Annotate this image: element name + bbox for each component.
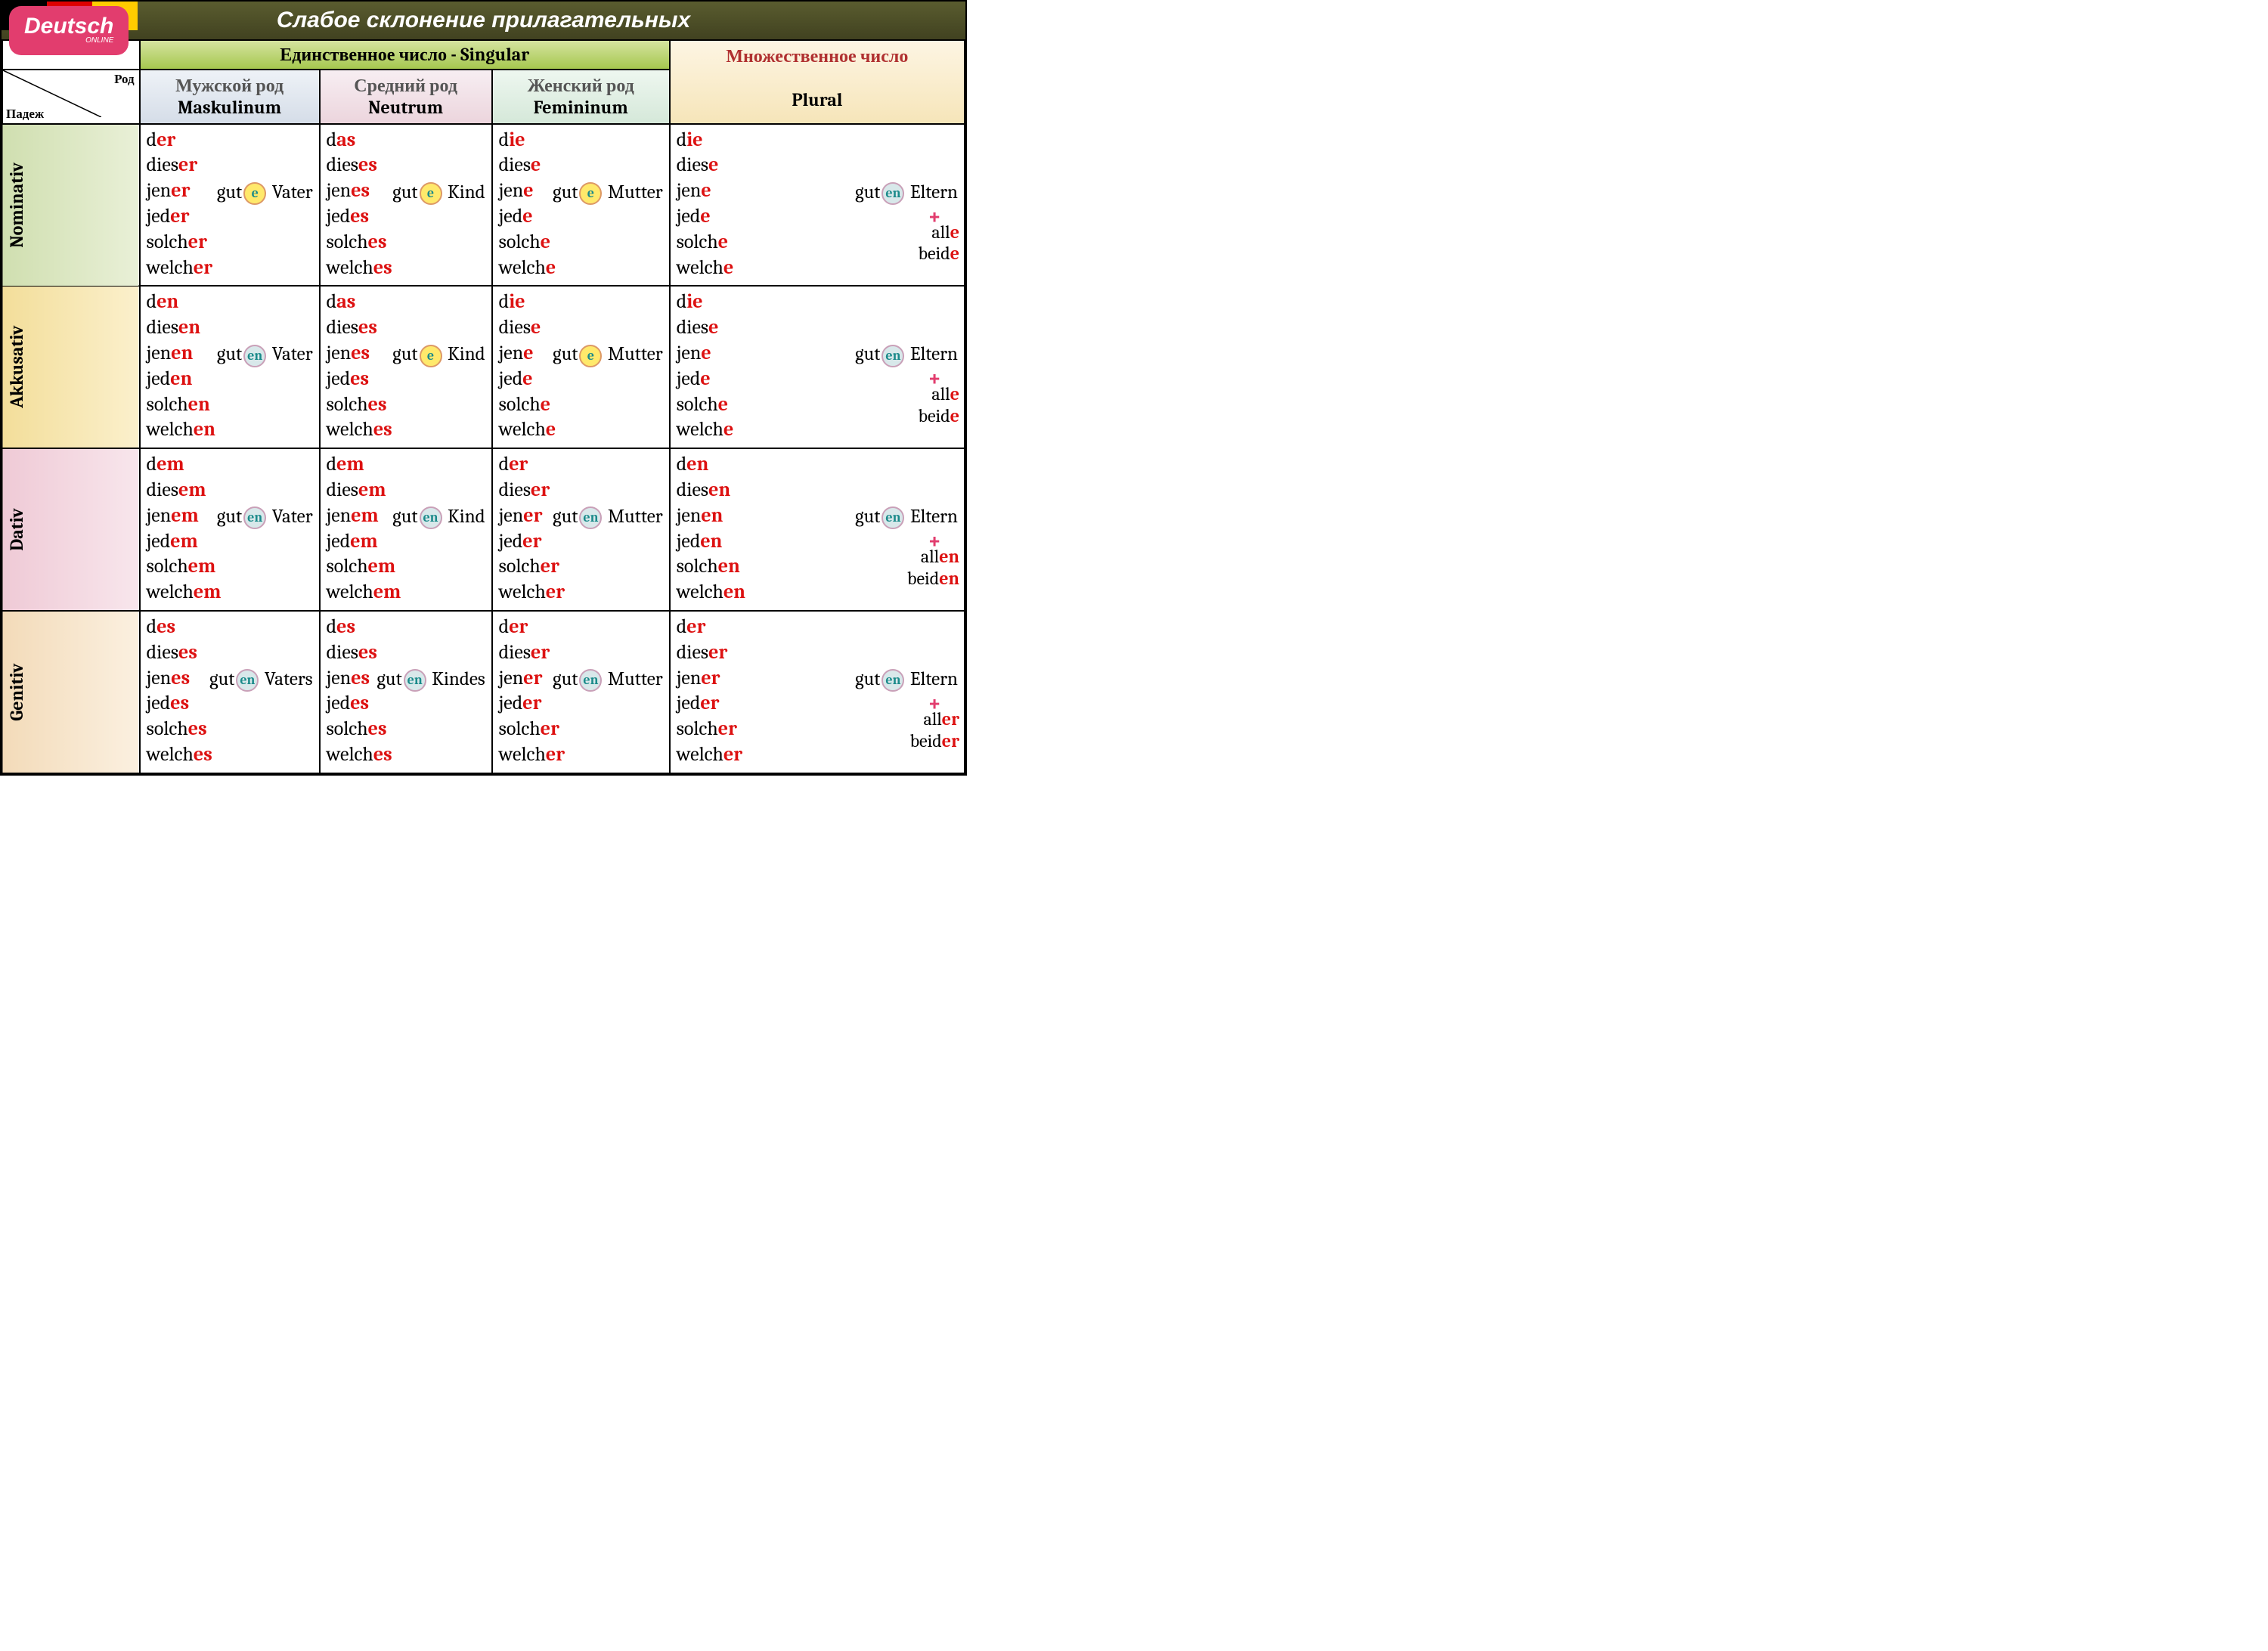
cell-dativ-n: demdiesemjenemjedemsolchemwelchemguten K… <box>320 448 492 611</box>
declension-table: © Anna Reiche Единственное число - Singu… <box>2 39 965 774</box>
cell-dativ-m: demdiesemjenemjedemsolchemwelchemguten V… <box>140 448 320 611</box>
col-header-femininum: Женский родFemininum <box>492 70 670 124</box>
header-singular: Единственное число - Singular <box>140 40 670 70</box>
cell-dativ-f: derdieserjenerjedersolcherwelcherguten M… <box>492 448 670 611</box>
title-bar: DeutschONLINE Слабое склонение прилагате… <box>2 2 965 39</box>
case-label-nominativ: Nominativ <box>2 124 140 287</box>
cell-nominativ-f: diediesejenejedesolchewelchegute Mutter <box>492 124 670 287</box>
page: DeutschONLINE Слабое склонение прилагате… <box>0 0 967 776</box>
cell-akkusativ-p: diediesejenejedesolchewelcheguten Eltern… <box>670 286 965 448</box>
cell-dativ-p: dendiesenjenenjedensolchenwelchenguten E… <box>670 448 965 611</box>
cell-akkusativ-f: diediesejenejedesolchewelchegute Mutter <box>492 286 670 448</box>
header-plural: Множественное число Plural <box>670 40 965 124</box>
cell-genitiv-f: derdieserjenerjedersolcherwelcherguten M… <box>492 611 670 773</box>
cell-genitiv-m: desdiesesjenesjedessolcheswelchesguten V… <box>140 611 320 773</box>
cell-genitiv-p: derdieserjenerjedersolcherwelcherguten E… <box>670 611 965 773</box>
cell-akkusativ-n: dasdiesesjenesjedessolcheswelchesgute Ki… <box>320 286 492 448</box>
cell-akkusativ-m: dendiesenjenenjedensolchenwelchenguten V… <box>140 286 320 448</box>
cell-nominativ-p: diediesejenejedesolchewelcheguten Eltern… <box>670 124 965 287</box>
page-title: Слабое склонение прилагательных <box>277 8 690 33</box>
case-label-dativ: Dativ <box>2 448 140 611</box>
col-header-neutrum: Средний родNeutrum <box>320 70 492 124</box>
cell-nominativ-m: derdieserjenerjedersolcherwelchergute Va… <box>140 124 320 287</box>
col-header-maskulinum: Мужской родMaskulinum <box>140 70 320 124</box>
case-label-akkusativ: Akkusativ <box>2 286 140 448</box>
case-label-genitiv: Genitiv <box>2 611 140 773</box>
corner-cell: Род Падеж <box>2 70 140 124</box>
cell-genitiv-n: desdiesesjenesjedessolcheswelchesguten K… <box>320 611 492 773</box>
deutsch-logo: DeutschONLINE <box>9 6 129 55</box>
cell-nominativ-n: dasdiesesjenesjedessolcheswelchesgute Ki… <box>320 124 492 287</box>
